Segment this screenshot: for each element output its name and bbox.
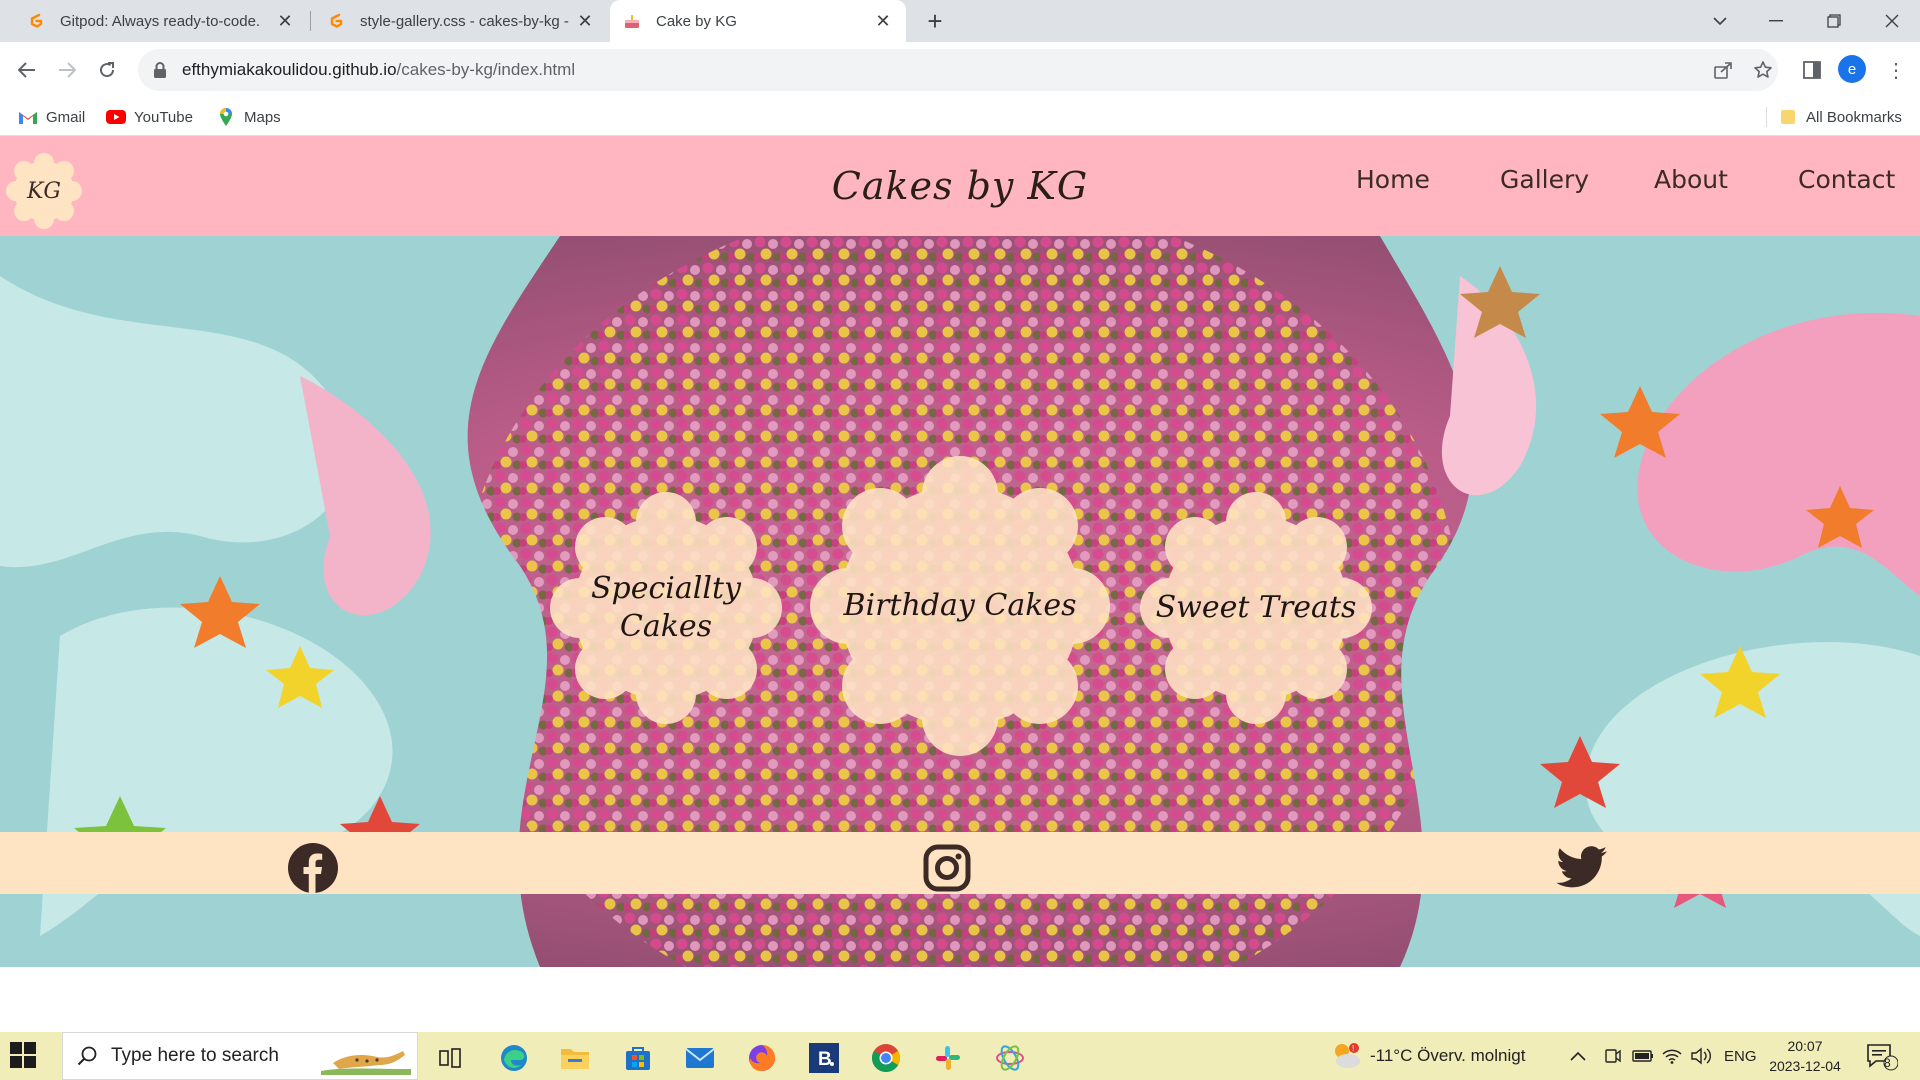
chrome-icon[interactable] xyxy=(864,1038,908,1078)
youtube-icon xyxy=(106,108,126,126)
nav-home[interactable]: Home xyxy=(1356,160,1430,200)
windows-start-icon[interactable] xyxy=(10,1042,38,1070)
url-path: /cakes-by-kg/index.html xyxy=(396,60,576,79)
category-sweet-treats[interactable]: Sweet Treats xyxy=(1140,492,1372,724)
search-icon xyxy=(77,1046,97,1066)
logo-text: KG xyxy=(26,178,61,204)
bookmark-maps[interactable]: Maps xyxy=(216,106,281,128)
windows-taskbar: Type here to search B ! -11°C Överv. mol… xyxy=(0,1032,1920,1080)
new-tab-button[interactable]: + xyxy=(920,6,950,36)
cake-icon xyxy=(622,11,642,31)
restore-icon[interactable] xyxy=(1806,0,1862,42)
notification-count: 8 xyxy=(1884,1056,1891,1070)
bookmark-star-icon[interactable] xyxy=(1747,54,1779,86)
volume-icon[interactable] xyxy=(1690,1032,1712,1080)
tab-style-gallery[interactable]: style-gallery.css - cakes-by-kg - ✕ xyxy=(314,0,608,42)
firefox-icon[interactable] xyxy=(740,1038,784,1078)
gitpod-icon xyxy=(26,11,46,31)
tab-title: style-gallery.css - cakes-by-kg - xyxy=(360,12,569,30)
weather-cloud-icon: ! xyxy=(1335,1043,1360,1068)
edge-icon[interactable] xyxy=(492,1038,536,1078)
share-icon[interactable] xyxy=(1707,54,1739,86)
twitter-icon[interactable] xyxy=(1556,842,1608,894)
all-bookmarks[interactable]: All Bookmarks xyxy=(1778,106,1902,128)
meet-now-icon[interactable] xyxy=(1604,1032,1622,1080)
taskbar-clock[interactable]: 20:07 2023-12-04 xyxy=(1760,1036,1850,1076)
category-birthday-cakes[interactable]: Birthday Cakes xyxy=(808,454,1112,758)
tab-cake-by-kg[interactable]: Cake by KG ✕ xyxy=(610,0,906,42)
close-icon[interactable]: ✕ xyxy=(872,10,894,32)
show-hidden-icons-icon[interactable] xyxy=(1570,1032,1586,1080)
maps-icon xyxy=(216,108,236,126)
file-explorer-icon[interactable] xyxy=(553,1038,597,1078)
browser-toolbar: efthymiakakoulidou.github.io/cakes-by-kg… xyxy=(0,42,1920,98)
folder-icon xyxy=(1778,108,1798,126)
tab-title: Gitpod: Always ready-to-code. xyxy=(60,12,261,30)
close-window-icon[interactable] xyxy=(1864,0,1920,42)
bookmark-gmail[interactable]: Gmail xyxy=(18,106,85,128)
tab-search-icon[interactable] xyxy=(1692,0,1748,42)
category-label: Sweet Treats xyxy=(1155,590,1357,625)
site-title: Cakes by KG xyxy=(831,164,1089,208)
mail-icon[interactable] xyxy=(678,1038,722,1078)
bookmarks-divider xyxy=(1766,107,1767,127)
bookmark-label: Maps xyxy=(244,108,281,126)
forward-icon[interactable] xyxy=(51,54,83,86)
close-icon[interactable]: ✕ xyxy=(574,10,596,32)
tab-divider xyxy=(310,11,311,31)
nav-contact[interactable]: Contact xyxy=(1798,160,1895,200)
wifi-icon[interactable] xyxy=(1662,1032,1682,1080)
site-header: KG Cakes by KG Home Gallery About Contac… xyxy=(0,136,1920,236)
facebook-icon[interactable] xyxy=(287,842,339,894)
gmail-icon xyxy=(18,108,38,126)
category-label: Speciallty Cakes xyxy=(591,571,741,644)
search-placeholder: Type here to search xyxy=(111,1045,279,1066)
notifications-icon[interactable]: 8 xyxy=(1864,1032,1898,1080)
minimize-icon[interactable] xyxy=(1748,0,1804,42)
category-speciality-cakes[interactable]: Speciallty Cakes xyxy=(550,492,782,724)
site-logo[interactable]: KG xyxy=(6,153,82,229)
browser-tab-strip: Gitpod: Always ready-to-code. ✕ style-ga… xyxy=(0,0,1920,42)
site-footer xyxy=(0,832,1920,894)
weather-text: -11°C Överv. molnigt xyxy=(1370,1046,1526,1065)
url-domain: efthymiakakoulidou.github.io xyxy=(182,60,397,79)
clock-date: 2023-12-04 xyxy=(1769,1058,1841,1074)
category-label: Birthday Cakes xyxy=(843,588,1077,623)
tab-gitpod[interactable]: Gitpod: Always ready-to-code. ✕ xyxy=(14,0,308,42)
address-bar[interactable]: efthymiakakoulidou.github.io/cakes-by-kg… xyxy=(138,49,1778,91)
battery-icon[interactable] xyxy=(1632,1032,1654,1080)
url-text: efthymiakakoulidou.github.io/cakes-by-kg… xyxy=(182,60,575,80)
task-view-icon[interactable] xyxy=(428,1038,472,1078)
store-icon[interactable] xyxy=(616,1038,660,1078)
bookmark-label: YouTube xyxy=(134,108,193,126)
tab-title: Cake by KG xyxy=(656,12,737,30)
reload-icon[interactable] xyxy=(91,54,123,86)
bookmark-youtube[interactable]: YouTube xyxy=(106,106,193,128)
bookmark-label: Gmail xyxy=(46,108,86,126)
menu-icon[interactable]: ⋮ xyxy=(1880,54,1912,86)
taskbar-search-input[interactable]: Type here to search xyxy=(62,1032,418,1080)
search-highlight-image xyxy=(321,1051,411,1075)
back-icon[interactable] xyxy=(11,54,43,86)
app-icon[interactable] xyxy=(988,1038,1032,1078)
bookmark-label: All Bookmarks xyxy=(1806,108,1902,126)
profile-avatar[interactable]: e xyxy=(1838,55,1866,83)
slack-icon[interactable] xyxy=(926,1038,970,1078)
svg-text:!: ! xyxy=(1352,1044,1354,1053)
nav-gallery[interactable]: Gallery xyxy=(1500,160,1589,200)
lock-icon xyxy=(154,62,166,78)
svg-text:B: B xyxy=(818,1049,832,1070)
weather-widget[interactable]: ! -11°C Överv. molnigt xyxy=(1330,1032,1525,1080)
close-icon[interactable]: ✕ xyxy=(274,10,296,32)
clock-time: 20:07 xyxy=(1787,1038,1823,1054)
language-indicator[interactable]: ENG xyxy=(1724,1032,1757,1080)
gitpod-icon xyxy=(326,11,346,31)
side-panel-icon[interactable] xyxy=(1796,54,1828,86)
b-app-icon[interactable]: B xyxy=(802,1038,846,1078)
bookmarks-bar: Gmail YouTube Maps All Bookmarks xyxy=(0,98,1920,136)
instagram-icon[interactable] xyxy=(921,842,973,894)
nav-about[interactable]: About xyxy=(1654,160,1728,200)
